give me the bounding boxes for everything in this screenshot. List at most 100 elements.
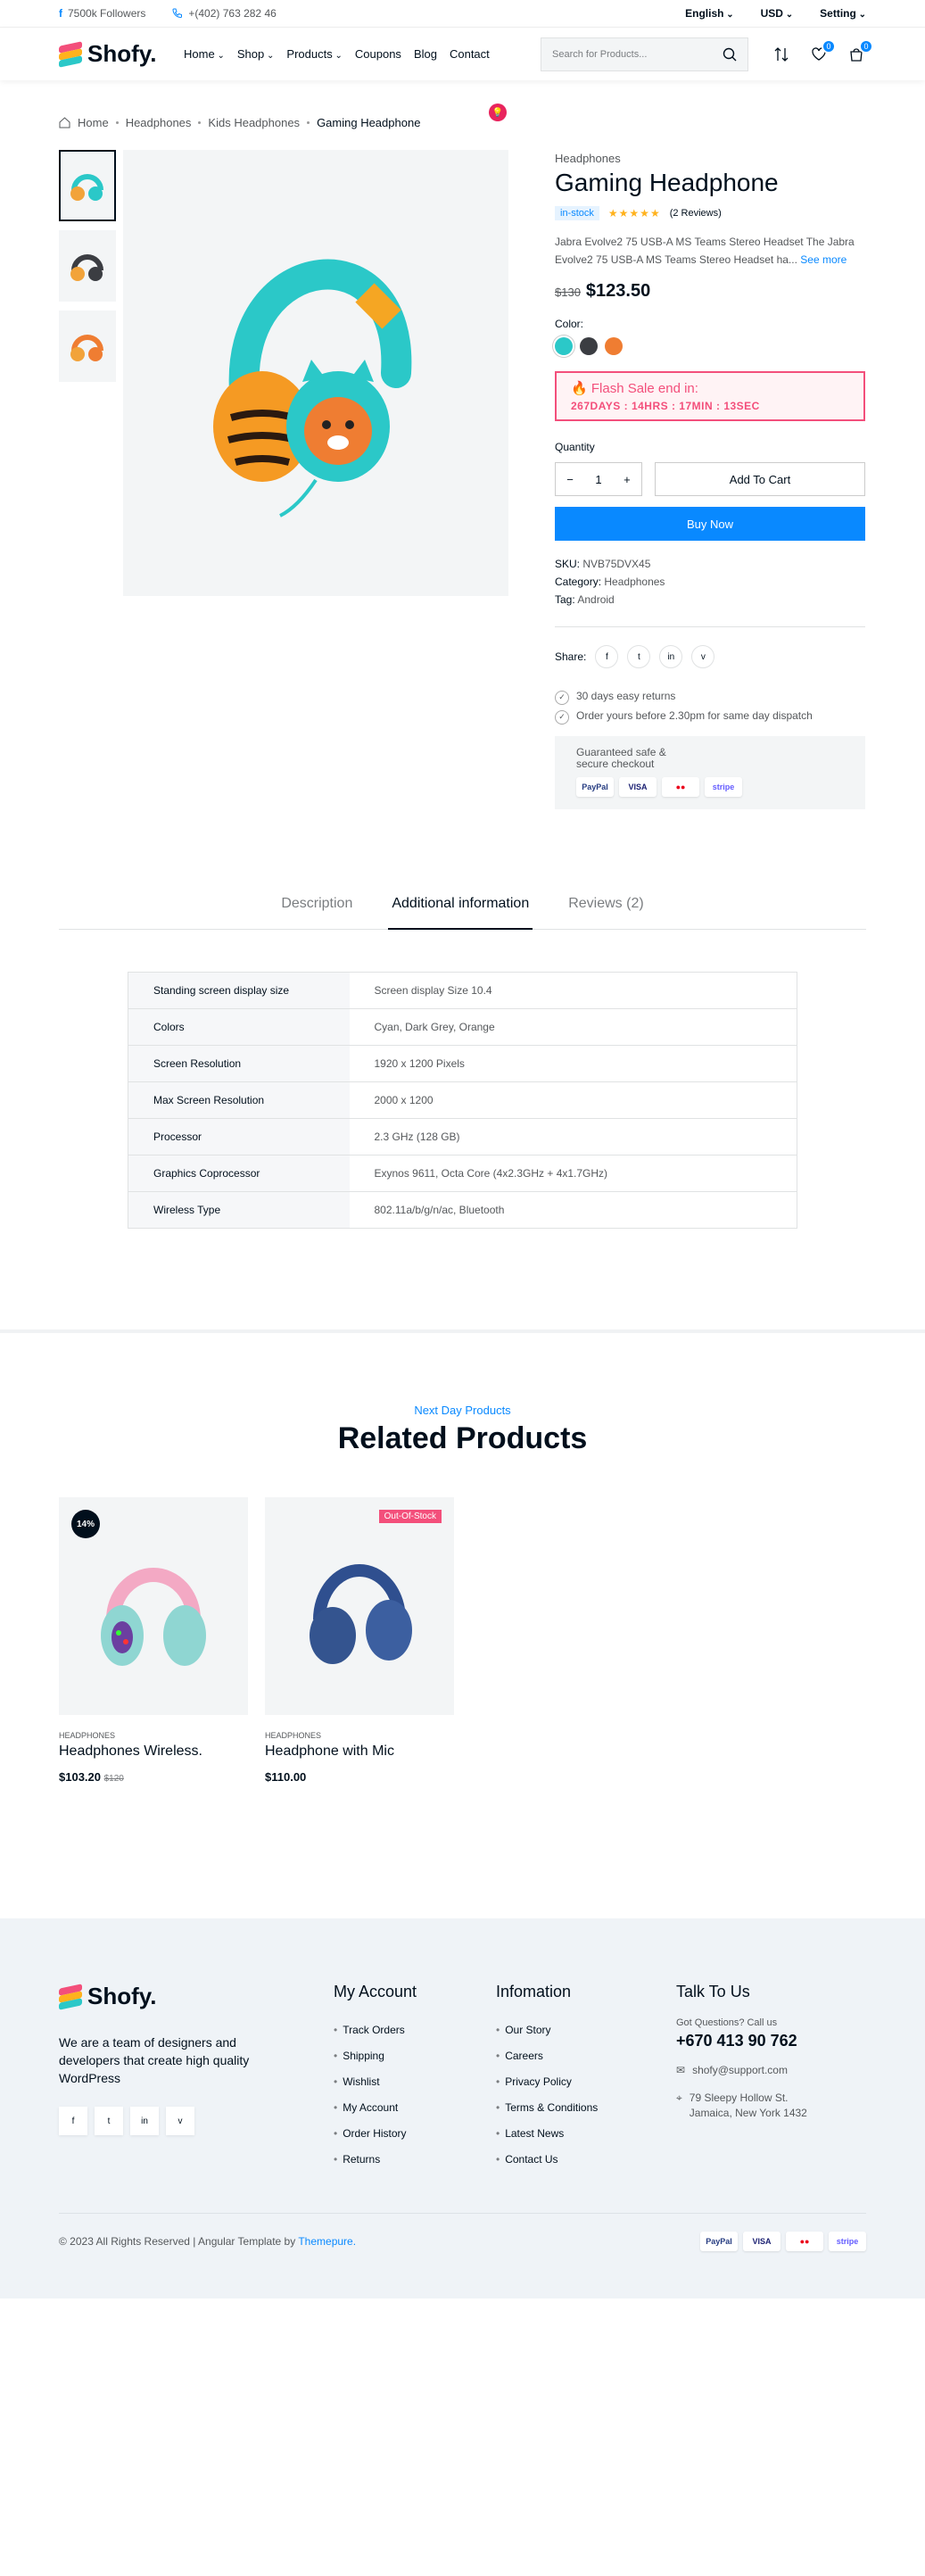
footer-link[interactable]: Careers	[496, 2043, 598, 2069]
language-select[interactable]: English	[685, 7, 734, 20]
lightbulb-icon[interactable]: 💡	[489, 104, 507, 121]
footer-phone[interactable]: +670 413 90 762	[676, 2032, 814, 2050]
category-value[interactable]: Headphones	[604, 576, 665, 588]
breadcrumb-headphones[interactable]: Headphones	[126, 116, 192, 129]
table-row: Standing screen display size Screen displ…	[128, 972, 797, 1009]
currency-select[interactable]: USD	[761, 7, 794, 20]
wishlist-button[interactable]: 0	[809, 38, 836, 64]
thumbnail-dark[interactable]	[59, 230, 116, 302]
countdown: 267DAYS : 14HRS : 17MIN : 13SEC	[571, 400, 760, 412]
nav-home[interactable]: Home	[184, 47, 225, 61]
nav-contact[interactable]: Contact	[450, 47, 490, 61]
thumbnail-list	[59, 150, 116, 382]
visa-icon: VISA	[743, 2232, 780, 2251]
tab-description[interactable]: Description	[277, 896, 356, 929]
minus-button[interactable]: −	[566, 473, 574, 486]
location-icon: ⌖	[676, 2091, 682, 2104]
facebook-icon[interactable]: f	[59, 2107, 87, 2135]
footer-link[interactable]: My Account	[334, 2095, 417, 2121]
facebook-share-icon[interactable]: f	[595, 645, 619, 668]
nav-products[interactable]: Products	[286, 47, 342, 61]
logo[interactable]: Shofy.	[59, 40, 175, 68]
paypal-icon: PayPal	[576, 777, 614, 797]
footer-link[interactable]: Track Orders	[334, 2017, 417, 2043]
main-header: Shofy. Home Shop Products Coupons Blog C…	[0, 27, 925, 80]
thumbnail-orange[interactable]	[59, 311, 116, 382]
footer-link[interactable]: Returns	[334, 2147, 417, 2173]
section-divider	[0, 1329, 925, 1333]
search-input[interactable]: Search for Products...	[541, 37, 748, 71]
reviews-count[interactable]: (2 Reviews)	[670, 208, 722, 219]
color-swatch-cyan[interactable]	[555, 337, 573, 355]
breadcrumb-home[interactable]: Home	[78, 116, 109, 129]
nav-coupons[interactable]: Coupons	[355, 47, 401, 61]
quantity-value[interactable]: 1	[595, 473, 601, 486]
breadcrumb-kids-headphones[interactable]: Kids Headphones	[208, 116, 300, 129]
product-category[interactable]: Headphones	[555, 152, 865, 165]
footer-link[interactable]: Order History	[334, 2121, 417, 2147]
product-card[interactable]: 14% HEADPHONES Headphones Wireless. $103…	[59, 1497, 248, 1784]
product-card-category[interactable]: HEADPHONES	[265, 1731, 454, 1740]
visa-icon: VISA	[619, 777, 657, 797]
wishlist-count: 0	[822, 38, 836, 54]
product-title: Gaming Headphone	[555, 169, 779, 196]
thumbnail-cyan[interactable]	[59, 150, 116, 221]
footer-logo[interactable]: Shofy.	[59, 1983, 175, 2010]
nav-shop[interactable]: Shop	[237, 47, 275, 61]
product-card-name[interactable]: Headphones Wireless.	[59, 1744, 248, 1760]
product-details: Headphones Gaming Headphone in-stock ★★★…	[555, 152, 865, 809]
home-icon	[59, 117, 70, 128]
phone-icon	[172, 8, 183, 19]
product-description: Jabra Evolve2 75 USB-A MS Teams Stereo H…	[555, 236, 855, 266]
footer-link[interactable]: Latest News	[496, 2121, 598, 2147]
tab-additional-information[interactable]: Additional information	[388, 896, 533, 930]
twitter-share-icon[interactable]: t	[627, 645, 651, 668]
search-icon[interactable]	[723, 47, 737, 62]
vimeo-icon[interactable]: v	[166, 2107, 194, 2135]
twitter-icon[interactable]: t	[95, 2107, 123, 2135]
color-swatch-orange[interactable]	[605, 337, 623, 355]
footer-link[interactable]: Our Story	[496, 2017, 598, 2043]
sku-value: NVB75DVX45	[582, 558, 651, 570]
phone-link[interactable]: +(402) 763 282 46	[172, 7, 277, 20]
cart-button[interactable]: 0	[847, 38, 873, 64]
product-card-name[interactable]: Headphone with Mic	[265, 1744, 454, 1760]
breadcrumb: Home Headphones Kids Headphones Gaming H…	[59, 116, 420, 129]
tab-reviews[interactable]: Reviews (2)	[565, 896, 647, 929]
product-main-image[interactable]	[123, 150, 508, 596]
price-block: $130 $123.50	[555, 281, 865, 302]
nav-blog[interactable]: Blog	[414, 47, 437, 61]
breadcrumb-current: Gaming Headphone	[317, 116, 421, 129]
footer-link[interactable]: Privacy Policy	[496, 2069, 598, 2095]
footer-link[interactable]: Contact Us	[496, 2147, 598, 2173]
color-swatch-dark[interactable]	[580, 337, 598, 355]
linkedin-icon[interactable]: in	[130, 2107, 159, 2135]
followers[interactable]: f 7500k Followers	[59, 7, 145, 20]
footer-link[interactable]: Terms & Conditions	[496, 2095, 598, 2121]
compare-button[interactable]	[772, 45, 791, 64]
product-card-category[interactable]: HEADPHONES	[59, 1731, 248, 1740]
product-card-price: $110.00	[265, 1770, 307, 1784]
product-card-image[interactable]: Out-Of-Stock	[265, 1497, 454, 1715]
footer-link[interactable]: Shipping	[334, 2043, 417, 2069]
themepure-link[interactable]: Themepure.	[298, 2235, 356, 2248]
plus-button[interactable]: +	[624, 473, 631, 486]
headphone-thumb-icon	[70, 335, 103, 361]
add-to-cart-button[interactable]: Add To Cart	[655, 462, 865, 496]
tag-value[interactable]: Android	[577, 593, 614, 606]
see-more-link[interactable]: See more	[800, 253, 847, 266]
buy-now-button[interactable]: Buy Now	[555, 507, 865, 541]
cart-count: 0	[859, 38, 873, 54]
footer-link[interactable]: Wishlist	[334, 2069, 417, 2095]
guarantee-list: 30 days easy returns Order yours before …	[555, 686, 865, 725]
product-card-image[interactable]: 14%	[59, 1497, 248, 1715]
gaming-headphone-image	[213, 259, 412, 518]
quantity-stepper: − 1 +	[555, 462, 642, 496]
linkedin-share-icon[interactable]: in	[659, 645, 683, 668]
vimeo-share-icon[interactable]: v	[691, 645, 715, 668]
product-card[interactable]: Out-Of-Stock HEADPHONES Headphone with M…	[265, 1497, 454, 1784]
setting-menu[interactable]: Setting	[820, 7, 866, 20]
product-meta: SKU: NVB75DVX45 Category: Headphones Tag…	[555, 558, 665, 606]
footer-email[interactable]: ✉ shofy@support.com	[676, 2063, 814, 2078]
related-title: Related Products	[337, 1421, 588, 1455]
